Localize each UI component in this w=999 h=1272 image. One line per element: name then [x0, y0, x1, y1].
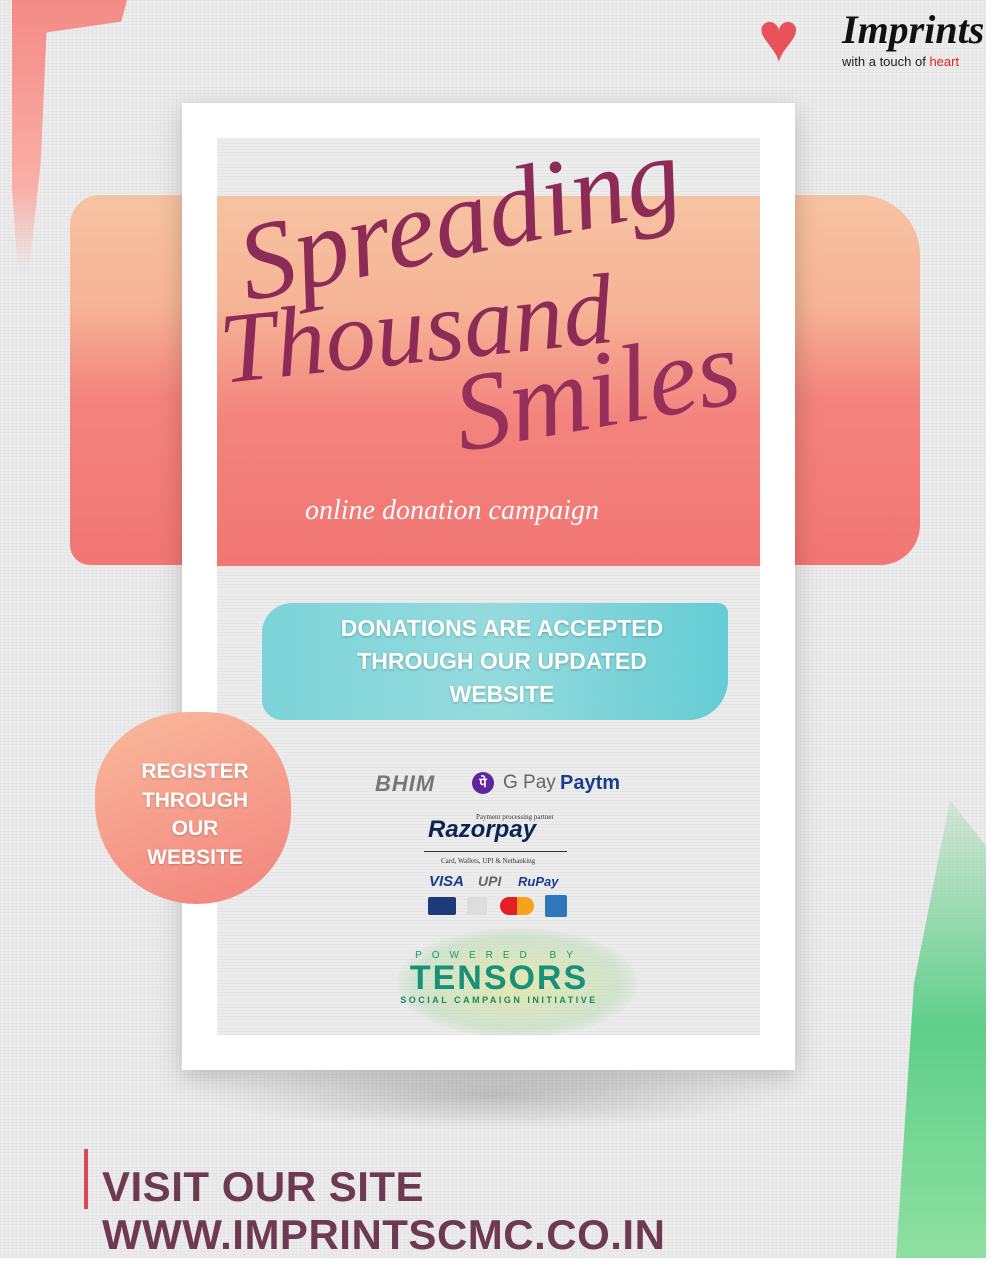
subtitle: online donation campaign: [305, 495, 599, 526]
razorpay-logo: Razorpay: [428, 816, 537, 843]
footer-accent-bar: [84, 1149, 88, 1209]
phonepe-logo: पे: [472, 772, 494, 794]
notice-line: THROUGH OUR UPDATED: [357, 648, 647, 674]
diners-card-icon: [467, 897, 487, 915]
brand-name: Imprints: [842, 7, 985, 52]
paytm-logo: Paytm: [560, 772, 621, 794]
notice-line: DONATIONS ARE ACCEPTED: [340, 615, 664, 641]
website-footer: VISIT OUR SITE WWW.IMPRINTSCMC.CO.IN: [102, 1163, 666, 1258]
payment-methods: Card, Wallets, UPI & Netbanking: [441, 857, 536, 865]
visa-logo: VISA: [429, 873, 465, 890]
maestro-card-icon: [428, 897, 456, 915]
tagline-highlight: heart: [929, 54, 960, 69]
register-line: WEBSITE: [147, 845, 243, 869]
tagline-prefix: with a touch of: [842, 54, 930, 69]
notice-line: WEBSITE: [449, 681, 555, 707]
register-text: REGISTER THROUGH OUR WEBSITE: [95, 758, 295, 872]
bhim-logo: BHIM: [375, 771, 436, 796]
brand-tagline: with a touch of heart: [842, 54, 959, 69]
divider: [424, 851, 567, 852]
tensors-tagline: SOCIAL CAMPAIGN INITIATIVE: [400, 995, 598, 1005]
fingerprint-heart-icon: ♥: [758, 0, 800, 76]
upi-logo: UPI: [478, 873, 502, 889]
donation-notice: DONATIONS ARE ACCEPTED THROUGH OUR UPDAT…: [262, 612, 742, 711]
poster-background: Spreading Thousand Smiles online donatio…: [0, 0, 986, 1258]
register-line: OUR: [171, 817, 219, 840]
imprints-logo: ♥ Imprints with a touch of heart: [758, 0, 986, 76]
rupay-logo: RuPay: [518, 874, 559, 889]
tensors-name: TENSORS: [409, 959, 589, 997]
mastercard-icon: [500, 897, 534, 915]
amex-card-icon: [545, 895, 567, 917]
register-line: REGISTER: [141, 760, 249, 783]
gpay-logo: G Pay: [503, 772, 556, 793]
tensors-logo: POWERED BY TENSORS SOCIAL CAMPAIGN INITI…: [398, 950, 600, 1005]
register-line: THROUGH: [141, 788, 249, 812]
frame-shadow: [200, 1060, 780, 1130]
